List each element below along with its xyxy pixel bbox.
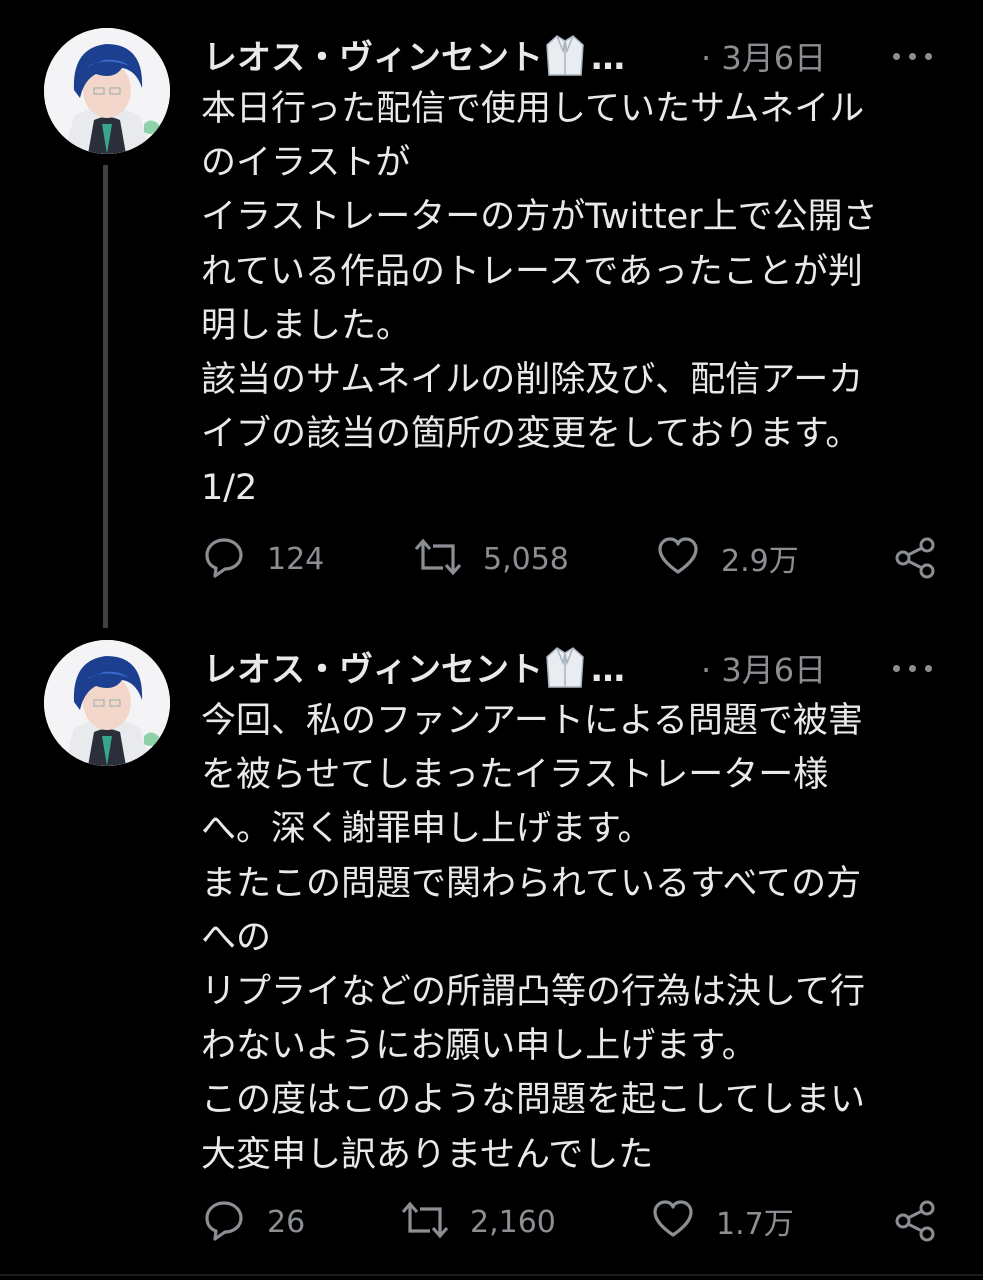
tweet-actions: 26 2,160 1.7万 (0, 1195, 983, 1245)
tweet-date[interactable]: · 3月6日 (701, 33, 826, 79)
retweet-button[interactable]: 2,160 (400, 1199, 556, 1245)
share-icon (893, 1199, 937, 1247)
share-icon (893, 536, 937, 584)
author-name-text: レオス・ヴィンセント (203, 650, 543, 690)
more-icon[interactable] (893, 658, 937, 678)
reply-icon (203, 536, 245, 582)
avatar[interactable] (44, 640, 170, 766)
tweet-actions: 124 5,058 2.9万 (0, 532, 983, 582)
share-button[interactable] (893, 536, 937, 584)
reply-count: 124 (267, 541, 325, 577)
like-icon (652, 1199, 694, 1243)
like-icon (657, 536, 699, 580)
like-count: 1.7万 (716, 1207, 794, 1242)
name-ellipsis: … (591, 650, 625, 690)
like-button[interactable]: 1.7万 (652, 1199, 794, 1243)
author-name[interactable]: レオス・ヴィンセント … (203, 642, 625, 698)
share-button[interactable] (893, 1199, 937, 1247)
tweet-text: 今回、私のファンアートによる問題で被害 を被らせてしまったイラストレーター様 へ… (201, 701, 865, 1175)
lab-coat-icon (545, 33, 585, 86)
tweet-date[interactable]: · 3月6日 (701, 645, 826, 691)
tweet-text: 本日行った配信で使用していたサムネイル のイラストが イラストレーターの方がTw… (201, 89, 878, 509)
author-name-text: レオス・ヴィンセント (203, 38, 543, 78)
tweet[interactable]: レオス・ヴィンセント … · 3月6日 今回、私のファンアートによる問題で被害 を… (0, 620, 983, 1274)
author-name[interactable]: レオス・ヴィンセント … (203, 30, 625, 86)
retweet-icon (400, 1199, 450, 1245)
more-icon[interactable] (893, 46, 937, 66)
reply-button[interactable]: 26 (203, 1199, 305, 1245)
avatar[interactable] (44, 28, 170, 154)
retweet-button[interactable]: 5,058 (413, 536, 569, 582)
retweet-count: 2,160 (470, 1204, 556, 1240)
reply-button[interactable]: 124 (203, 536, 324, 582)
retweet-icon (413, 536, 463, 582)
reply-icon (203, 1199, 245, 1245)
reply-count: 26 (267, 1204, 306, 1240)
like-count: 2.9万 (721, 544, 799, 579)
retweet-count: 5,058 (483, 541, 569, 577)
tweet[interactable]: レオス・ヴィンセント … · 3月6日 本日行った配信で使用していたサムネイル の… (0, 0, 983, 620)
divider (0, 1274, 983, 1276)
name-ellipsis: … (591, 38, 625, 78)
like-button[interactable]: 2.9万 (657, 536, 799, 580)
lab-coat-icon (545, 645, 585, 698)
